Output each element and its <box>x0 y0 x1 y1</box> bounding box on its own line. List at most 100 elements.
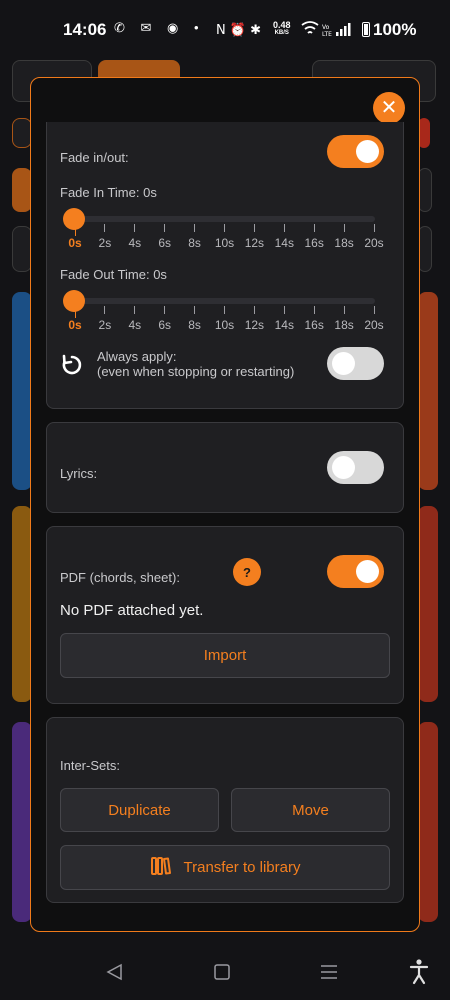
slider-tick <box>373 224 375 232</box>
slider-tick <box>253 306 255 314</box>
slider-tick-label: 12s <box>244 318 265 332</box>
fade-out-slider-track[interactable] <box>74 298 375 304</box>
slider-tick <box>104 306 106 314</box>
duplicate-button[interactable]: Duplicate <box>60 788 219 832</box>
slider-tick <box>313 306 315 314</box>
slider-tick-label: 18s <box>334 236 354 250</box>
background-tile <box>418 506 438 702</box>
background-tile <box>12 118 32 148</box>
system-nav-bar <box>0 945 450 1000</box>
status-bar: 14:06 ✆ ✉ ◉ • N ⏰ ✱ Vo LTE 0.48 KB/S 100… <box>0 0 450 60</box>
slider-tick <box>313 224 315 232</box>
slider-tick-label: 18s <box>334 318 354 332</box>
slider-tick <box>134 306 136 314</box>
status-time: 14:06 <box>63 20 107 39</box>
pdf-toggle[interactable] <box>327 555 384 588</box>
slider-tick <box>343 224 345 232</box>
back-icon <box>106 963 122 981</box>
transfer-to-library-button[interactable]: Transfer to library <box>60 845 390 890</box>
slider-tick-label: 8s <box>188 318 201 332</box>
slider-tick-label: 20s <box>364 318 384 332</box>
svg-text:N ⏰ ✱: N ⏰ ✱ <box>216 21 261 38</box>
toggle-knob <box>356 140 379 163</box>
slider-tick-label: 0s <box>68 318 82 332</box>
slider-tick-label: 14s <box>274 236 294 250</box>
transfer-button-label: Transfer to library <box>183 859 301 876</box>
close-button[interactable]: ✕ <box>373 92 405 124</box>
toggle-knob <box>332 456 355 479</box>
slider-tick-label: 6s <box>158 318 172 332</box>
net-speed: 0.48 KB/S <box>273 21 291 37</box>
slider-tick-label: 2s <box>98 236 112 250</box>
slider-tick-label: 0s <box>68 236 82 250</box>
slider-tick-label: 16s <box>304 236 324 250</box>
move-button-label: Move <box>292 801 329 819</box>
slider-tick <box>343 306 345 314</box>
slider-tick <box>134 224 136 232</box>
background-tile <box>418 292 438 490</box>
slider-tick-label: 2s <box>98 318 112 332</box>
import-button[interactable]: Import <box>60 633 390 678</box>
background-tile <box>12 506 32 702</box>
intersets-label: Inter-Sets: <box>60 758 120 773</box>
close-icon: ✕ <box>380 97 398 119</box>
slider-tick <box>373 306 375 314</box>
library-icon <box>150 856 172 880</box>
slider-tick-label: 4s <box>128 236 142 250</box>
slider-tick <box>194 306 196 314</box>
background-tile <box>12 168 32 212</box>
fade-label: Fade in/out: <box>60 150 129 165</box>
slider-tick-label: 10s <box>214 236 235 250</box>
recents-icon <box>321 965 337 979</box>
duplicate-button-label: Duplicate <box>108 801 171 819</box>
slider-tick <box>224 224 225 232</box>
restart-icon <box>60 353 84 382</box>
slider-tick-label: 20s <box>364 236 384 250</box>
slider-tick <box>164 224 166 232</box>
fade-in-time-label: Fade In Time: 0s <box>60 185 157 200</box>
slider-tick-label: 6s <box>158 236 172 250</box>
toggle-knob <box>332 352 355 375</box>
slider-tick <box>74 306 76 318</box>
fade-toggle[interactable] <box>327 135 384 168</box>
slider-tick <box>194 224 196 232</box>
always-apply-sublabel: (even when stopping or restarting) <box>97 364 295 379</box>
slider-tick-label: 12s <box>244 236 265 250</box>
slider-tick <box>283 224 285 232</box>
battery-icon <box>362 22 370 37</box>
toggle-knob <box>356 560 379 583</box>
background-tile <box>418 168 432 212</box>
slider-tick-label: 14s <box>274 318 294 332</box>
svg-text:Vo: Vo <box>322 24 330 31</box>
net-speed-value: 0.48 <box>273 20 291 30</box>
pdf-status: No PDF attached yet. <box>60 602 204 619</box>
slider-tick <box>253 224 255 232</box>
net-speed-unit: KB/S <box>274 30 289 36</box>
battery-percent: 100% <box>373 20 417 39</box>
notification-icons: ✆ ✉ ◉ • <box>114 20 205 35</box>
lyrics-toggle[interactable] <box>327 451 384 484</box>
background-tile <box>12 292 32 490</box>
always-apply-toggle[interactable] <box>327 347 384 380</box>
slider-tick-label: 8s <box>188 236 201 250</box>
home-icon <box>214 964 230 980</box>
slider-tick <box>74 224 76 236</box>
slider-tick <box>104 224 106 232</box>
fade-in-slider-track[interactable] <box>74 216 375 222</box>
pdf-label: PDF (chords, sheet): <box>60 570 180 585</box>
screen: { "status": { "time": "14:06", "left_ico… <box>0 0 450 1000</box>
svg-text:LTE: LTE <box>322 31 332 38</box>
help-icon: ? <box>243 564 251 580</box>
background-tile <box>12 722 32 922</box>
move-button[interactable]: Move <box>231 788 390 832</box>
slider-tick-label: 10s <box>214 318 235 332</box>
fade-out-time-label: Fade Out Time: 0s <box>60 267 167 282</box>
background-tile <box>12 226 32 272</box>
slider-tick <box>164 306 166 314</box>
slider-tick-label: 4s <box>128 318 142 332</box>
help-button[interactable]: ? <box>233 558 261 586</box>
lyrics-label: Lyrics: <box>60 466 98 481</box>
background-tile <box>418 226 432 272</box>
slider-tick <box>224 306 225 314</box>
accessibility-icon <box>409 965 429 985</box>
